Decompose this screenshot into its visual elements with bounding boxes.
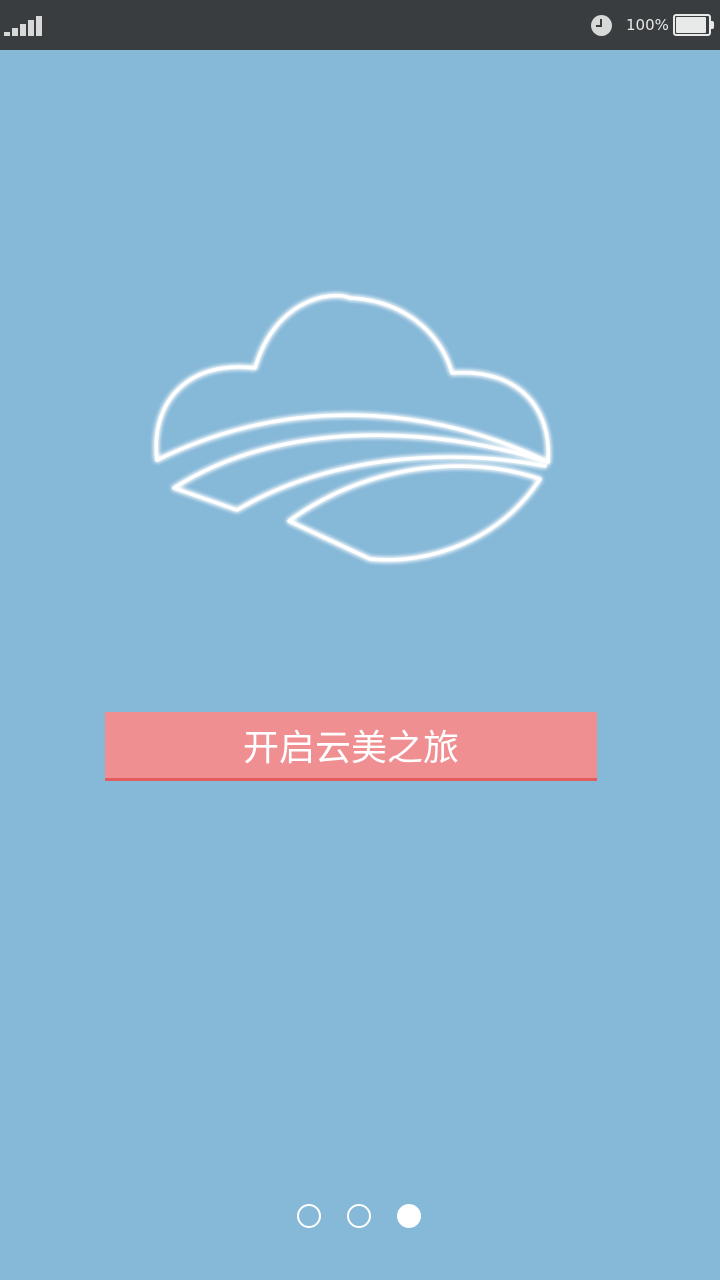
page-dot-3-active[interactable] [397, 1204, 421, 1228]
page-indicator [297, 1204, 427, 1230]
page-dot-2[interactable] [347, 1204, 371, 1228]
page-dot-1[interactable] [297, 1204, 321, 1228]
battery-percentage: 100% [626, 16, 669, 34]
cloud-logo-icon [154, 293, 551, 562]
signal-icon [4, 14, 44, 36]
status-bar: 100% [0, 0, 720, 50]
start-journey-button[interactable]: 开启云美之旅 [105, 712, 597, 781]
start-journey-label: 开启云美之旅 [242, 728, 459, 769]
welcome-screen: 100% 开启云美之旅 [0, 0, 720, 1280]
battery-icon [673, 14, 714, 36]
clock-icon [591, 15, 612, 36]
